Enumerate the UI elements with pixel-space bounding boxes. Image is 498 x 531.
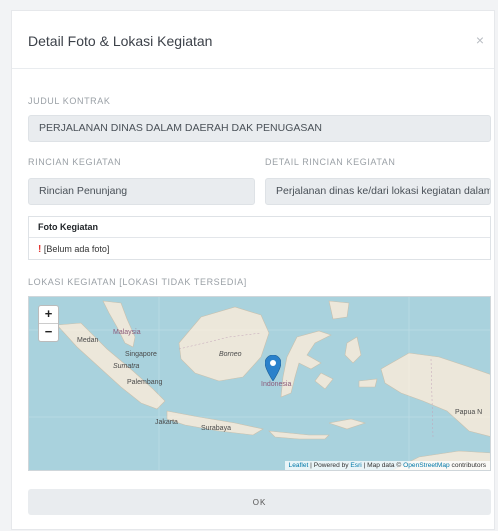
map-attribution: Leaflet | Powered by Esri | Map data © O… (284, 461, 490, 470)
foto-kegiatan-header: Foto Kegiatan (29, 217, 490, 238)
location-map[interactable]: Medan Malaysia Singapore Sumatra Borneo … (28, 296, 491, 471)
rincian-kegiatan-field[interactable]: Rincian Penunjang (28, 178, 255, 205)
zoom-out-button[interactable]: − (39, 324, 58, 341)
modal-dialog: Detail Foto & Lokasi Kegiatan × JUDUL KO… (11, 10, 495, 530)
map-label-palembang: Palembang (127, 379, 163, 386)
alert-icon: ! (38, 244, 42, 255)
map-label-surabaya: Surabaya (201, 425, 231, 432)
rincian-kegiatan-label: RINCIAN KEGIATAN (28, 157, 122, 167)
map-label-singapore: Singapore (125, 351, 157, 358)
detail-rincian-label: DETAIL RINCIAN KEGIATAN (265, 157, 396, 167)
map-label-malaysia: Malaysia (113, 329, 141, 336)
foto-kegiatan-card: Foto Kegiatan ! [Belum ada foto] (28, 216, 491, 260)
map-label-papua: Papua N (455, 409, 483, 416)
contributors-text: contributors (449, 462, 486, 469)
leaflet-link[interactable]: Leaflet (289, 462, 309, 469)
modal-title: Detail Foto & Lokasi Kegiatan (28, 33, 213, 49)
map-label-jakarta: Jakarta (155, 419, 178, 426)
zoom-in-button[interactable]: + (39, 306, 58, 324)
detail-rincian-field[interactable]: Perjalanan dinas ke/dari lokasi kegiatan… (265, 178, 491, 205)
zoom-control: + − (38, 305, 59, 342)
map-marker-icon[interactable] (265, 355, 281, 381)
map-label-borneo: Borneo (219, 351, 242, 358)
map-label-indonesia: Indonesia (261, 381, 292, 388)
powered-by-text: | Powered by (308, 462, 351, 469)
judul-kontrak-field[interactable]: PERJALANAN DINAS DALAM DAERAH DAK PENUGA… (28, 115, 491, 142)
close-button[interactable]: × (476, 32, 484, 48)
map-base-tiles (29, 297, 490, 470)
map-label-medan: Medan (77, 337, 99, 344)
judul-kontrak-label: JUDUL KONTRAK (28, 96, 111, 106)
ok-button[interactable]: OK (28, 489, 491, 515)
osm-link[interactable]: OpenStreetMap (403, 462, 450, 469)
modal-header: Detail Foto & Lokasi Kegiatan × (12, 11, 494, 69)
map-data-text: | Map data © (361, 462, 404, 469)
foto-status-text: [Belum ada foto] (43, 244, 110, 254)
foto-kegiatan-body: ! [Belum ada foto] (29, 238, 490, 260)
map-label-sumatra: Sumatra (113, 363, 140, 370)
lokasi-kegiatan-label: LOKASI KEGIATAN [LOKASI TIDAK TERSEDIA] (28, 277, 247, 287)
esri-link[interactable]: Esri (350, 462, 361, 469)
